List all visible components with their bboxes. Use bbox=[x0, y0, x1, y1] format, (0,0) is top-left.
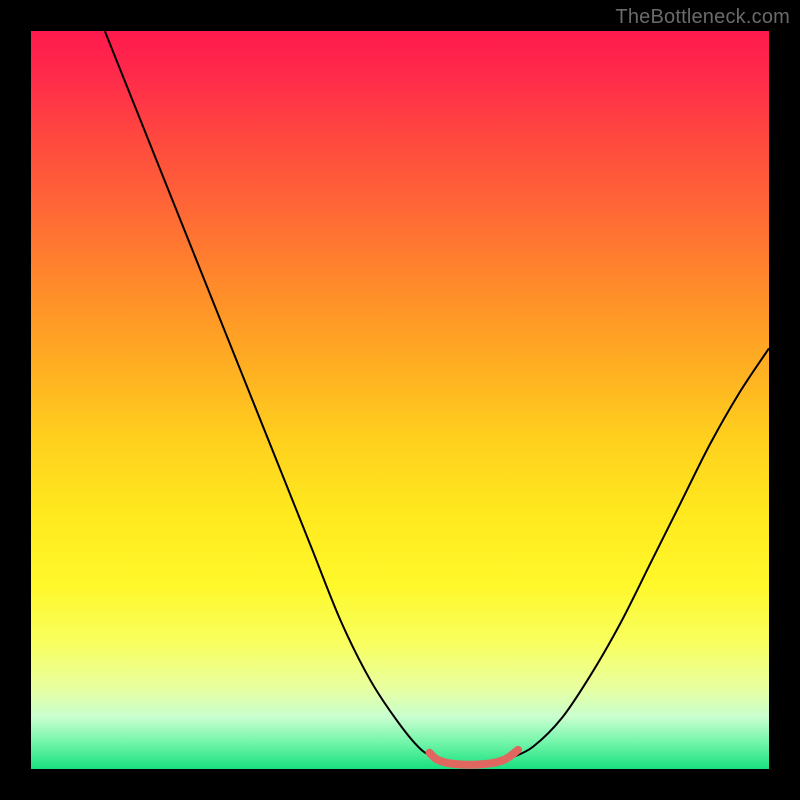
chart-frame: TheBottleneck.com bbox=[0, 0, 800, 800]
series-curve-left bbox=[105, 31, 437, 758]
series-curve-right bbox=[511, 348, 769, 758]
chart-plot-area bbox=[31, 31, 769, 769]
watermark-text: TheBottleneck.com bbox=[615, 6, 790, 29]
series-optimal-segment bbox=[430, 750, 519, 765]
chart-svg bbox=[31, 31, 769, 769]
